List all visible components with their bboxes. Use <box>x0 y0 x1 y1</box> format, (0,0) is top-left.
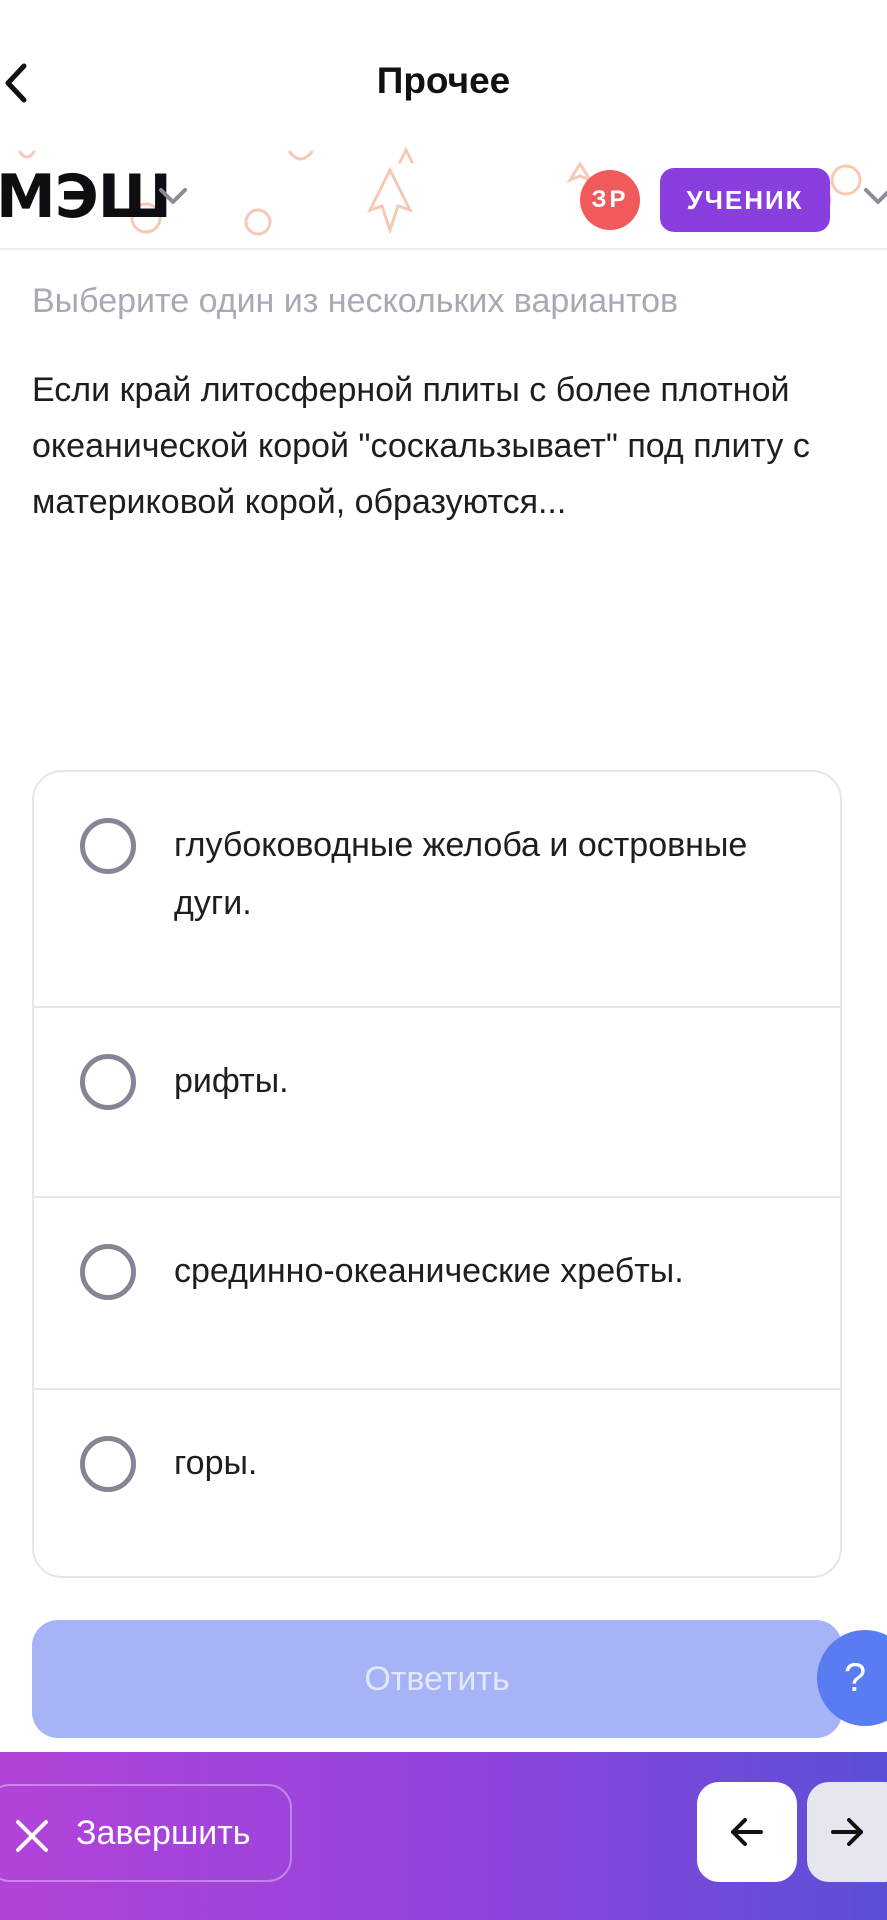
chevron-down-icon[interactable] <box>155 184 191 208</box>
arrow-left-icon <box>731 1818 763 1846</box>
bottom-bar: Завершить <box>0 1752 887 1920</box>
question-hint: Выберите один из нескольких вариантов <box>32 282 679 320</box>
radio-button[interactable] <box>80 1054 136 1110</box>
finish-button[interactable]: Завершить <box>0 1784 292 1882</box>
radio-button[interactable] <box>80 1244 136 1300</box>
close-icon <box>16 1820 48 1852</box>
finish-label: Завершить <box>76 1814 251 1852</box>
chevron-down-icon[interactable] <box>860 184 887 208</box>
option-label: рифты. <box>174 1062 289 1100</box>
option-item[interactable]: глубоководные желоба и островные дуги. <box>34 772 840 1008</box>
option-item[interactable]: срединно-океанические хребты. <box>34 1198 840 1390</box>
next-button[interactable] <box>807 1782 887 1882</box>
app-logo: МЭШ <box>0 162 172 232</box>
top-nav-bar: Прочее <box>0 0 887 140</box>
page-title: Прочее <box>376 60 511 101</box>
role-button[interactable]: УЧЕНИК <box>660 168 830 232</box>
radio-button[interactable] <box>80 818 136 874</box>
answer-button[interactable]: Ответить <box>32 1620 842 1738</box>
option-label: срединно-океанические хребты. <box>174 1252 684 1290</box>
previous-button[interactable] <box>697 1782 797 1882</box>
answer-options: глубоководные желоба и островные дуги. р… <box>32 770 842 1578</box>
option-label: горы. <box>174 1444 258 1482</box>
radio-button[interactable] <box>80 1436 136 1492</box>
user-avatar[interactable]: ЗР <box>580 170 640 230</box>
option-item[interactable]: рифты. <box>34 1008 840 1198</box>
arrow-right-icon <box>831 1818 863 1846</box>
option-item[interactable]: горы. <box>34 1390 840 1576</box>
option-label: глубоководные желоба и островные дуги. <box>174 826 748 922</box>
question-text: Если край литосферной плиты с более плот… <box>32 371 810 521</box>
app-header: МЭШ ЗР УЧЕНИК <box>0 140 887 250</box>
